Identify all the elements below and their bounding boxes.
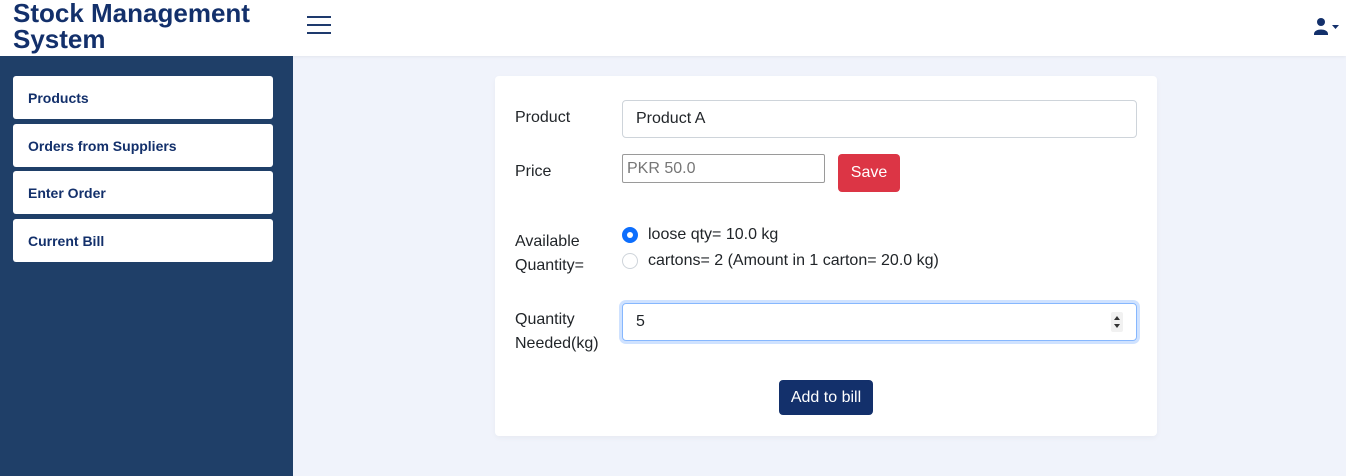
product-field[interactable]: Product A xyxy=(622,100,1137,138)
app-title: Stock Management System xyxy=(13,0,250,54)
available-quantity-label: Available Quantity= xyxy=(515,230,584,278)
radio-loose-label: loose qty= 10.0 kg xyxy=(648,226,779,243)
sidebar-item-label: Current Bill xyxy=(28,232,105,249)
price-label: Price xyxy=(515,163,552,180)
add-to-bill-button[interactable]: Add to bill xyxy=(779,380,873,415)
sidebar-item-enter-order[interactable]: Enter Order xyxy=(13,171,273,214)
sidebar-item-orders-from-suppliers[interactable]: Orders from Suppliers xyxy=(13,124,273,167)
radio-cartons-label: cartons= 2 (Amount in 1 carton= 20.0 kg) xyxy=(648,252,939,269)
quantity-stepper[interactable]: 5 xyxy=(622,303,1137,341)
radio-loose[interactable] xyxy=(622,227,638,243)
sidebar-item-products[interactable]: Products xyxy=(13,76,273,119)
sidebar-item-current-bill[interactable]: Current Bill xyxy=(13,219,273,262)
qty-label-line2: Needed(kg) xyxy=(515,335,599,352)
available-label-line2: Quantity= xyxy=(515,257,584,274)
save-button[interactable]: Save xyxy=(838,154,900,192)
hamburger-menu-icon[interactable] xyxy=(307,15,331,35)
available-label-line1: Available xyxy=(515,233,580,250)
sidebar-item-label: Orders from Suppliers xyxy=(28,137,177,154)
quantity-value: 5 xyxy=(636,313,645,330)
top-navbar: Stock Management System xyxy=(0,0,1346,56)
price-input[interactable] xyxy=(622,154,825,183)
caret-down-icon xyxy=(1332,25,1339,29)
quantity-needed-label: Quantity Needed(kg) xyxy=(515,308,599,356)
radio-option-loose[interactable]: loose qty= 10.0 kg xyxy=(622,226,778,244)
product-label: Product xyxy=(515,109,571,126)
user-menu-button[interactable] xyxy=(1314,17,1340,37)
radio-cartons[interactable] xyxy=(622,253,638,269)
user-icon xyxy=(1314,18,1328,35)
radio-option-cartons[interactable]: cartons= 2 (Amount in 1 carton= 20.0 kg) xyxy=(622,252,939,270)
sidebar-item-label: Products xyxy=(28,89,89,106)
order-form-card: Product Product A Price Save Available Q… xyxy=(495,76,1157,436)
sidebar: Products Orders from Suppliers Enter Ord… xyxy=(0,56,293,476)
spinner-arrows-icon[interactable] xyxy=(1111,312,1123,332)
sidebar-item-label: Enter Order xyxy=(28,184,106,201)
qty-label-line1: Quantity xyxy=(515,311,575,328)
